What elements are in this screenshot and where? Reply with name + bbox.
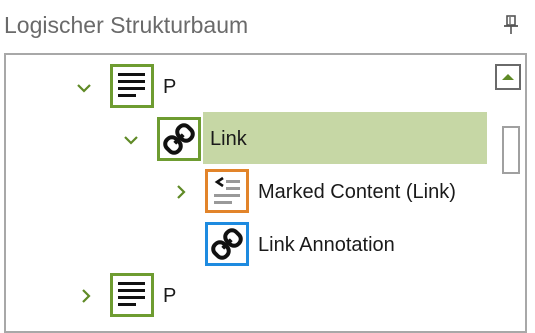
tree-node-label: Link Annotation [258, 234, 395, 256]
tree-node-marked-content[interactable]: Marked Content (Link) [6, 166, 486, 216]
tree-node-link[interactable]: Link [6, 113, 486, 163]
marked-content-icon [205, 169, 249, 213]
triangle-up-icon [502, 74, 514, 80]
chevron-down-icon[interactable] [123, 132, 139, 148]
structure-tree-panel: P Link Marked Content (Link) Link Annota… [4, 53, 527, 333]
chevron-right-icon[interactable] [78, 288, 94, 304]
tree-node-label: Marked Content (Link) [258, 181, 456, 203]
chevron-right-icon[interactable] [173, 184, 189, 200]
tree-node-label: P [163, 76, 177, 98]
paragraph-icon [110, 273, 154, 317]
paragraph-icon [110, 64, 154, 108]
link-icon [205, 222, 249, 266]
pin-icon[interactable] [502, 14, 520, 36]
scroll-up-button[interactable] [495, 64, 521, 90]
tree-node-p[interactable]: P [6, 61, 486, 111]
tree-node-label: Link [210, 128, 247, 150]
tree-node-label: P [163, 285, 177, 307]
panel-title: Logischer Strukturbaum [4, 12, 249, 38]
tree-node-link-annotation[interactable]: Link Annotation [6, 219, 486, 269]
link-icon [157, 117, 201, 161]
scrollbar-thumb[interactable] [502, 126, 520, 174]
chevron-down-icon[interactable] [76, 80, 92, 96]
tree-node-p[interactable]: P [6, 271, 486, 321]
